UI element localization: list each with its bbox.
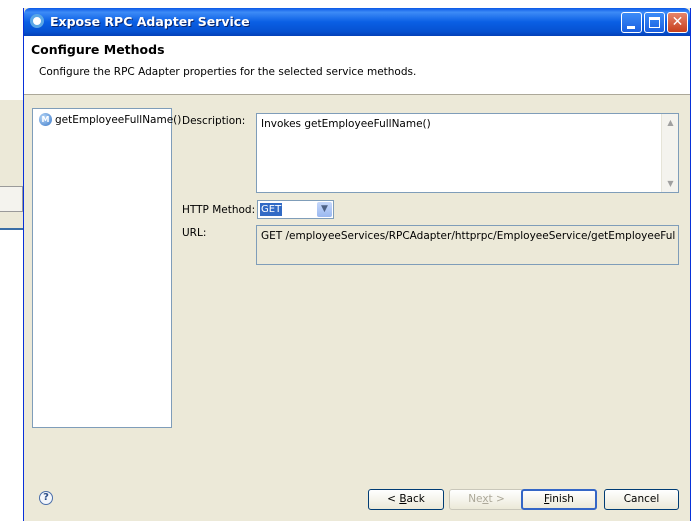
method-icon: M [39, 113, 52, 126]
help-icon[interactable]: ? [39, 491, 53, 505]
method-list[interactable]: M getEmployeeFullName() [32, 108, 181, 428]
dialog-window: Expose RPC Adapter Service ✕ Configure M… [23, 8, 691, 521]
app-icon [30, 14, 44, 28]
background-app [0, 0, 24, 521]
finish-button[interactable]: Finish [521, 489, 597, 510]
url-label: URL: [182, 227, 207, 239]
http-method-select[interactable]: GET ▼ [257, 200, 334, 219]
method-label: getEmployeeFullName() [55, 114, 182, 126]
title-bar[interactable]: Expose RPC Adapter Service ✕ [24, 8, 690, 36]
finish-rest: inish [549, 493, 574, 505]
next-prefix: Ne [468, 493, 483, 505]
url-value: GET /employeeServices/RPCAdapter/httprpc… [261, 230, 675, 242]
minimize-icon [627, 26, 635, 29]
close-icon: ✕ [671, 14, 684, 30]
http-method-value: GET [260, 203, 283, 216]
description-scrollbar[interactable]: ▲ ▼ [661, 114, 678, 192]
back-mnemonic: B [399, 493, 407, 505]
back-prefix: < [387, 493, 400, 505]
next-rest: t > [488, 493, 505, 505]
maximize-icon [649, 17, 660, 28]
cancel-button[interactable]: Cancel [604, 489, 679, 510]
scroll-down-icon[interactable]: ▼ [663, 176, 678, 191]
description-field[interactable]: Invokes getEmployeeFullName() ▲ ▼ [256, 113, 679, 193]
window-title: Expose RPC Adapter Service [50, 14, 250, 29]
scroll-up-icon[interactable]: ▲ [663, 115, 678, 130]
minimize-button[interactable] [621, 12, 642, 33]
page-description: Configure the RPC Adapter properties for… [39, 66, 417, 78]
maximize-button[interactable] [644, 12, 665, 33]
background-button [0, 186, 23, 212]
url-field: GET /employeeServices/RPCAdapter/httprpc… [256, 225, 679, 265]
description-value: Invokes getEmployeeFullName() [261, 118, 431, 130]
chevron-down-icon[interactable]: ▼ [317, 202, 332, 217]
back-button[interactable]: < Back [368, 489, 444, 510]
description-label: Description: [182, 115, 246, 127]
next-button[interactable]: Next > [449, 489, 524, 510]
background-top [24, 0, 691, 8]
back-rest: ack [406, 493, 425, 505]
http-method-label: HTTP Method: [182, 204, 256, 216]
page-title: Configure Methods [31, 42, 165, 57]
close-button[interactable]: ✕ [667, 12, 688, 33]
wizard-header: Configure Methods Configure the RPC Adap… [24, 36, 690, 95]
